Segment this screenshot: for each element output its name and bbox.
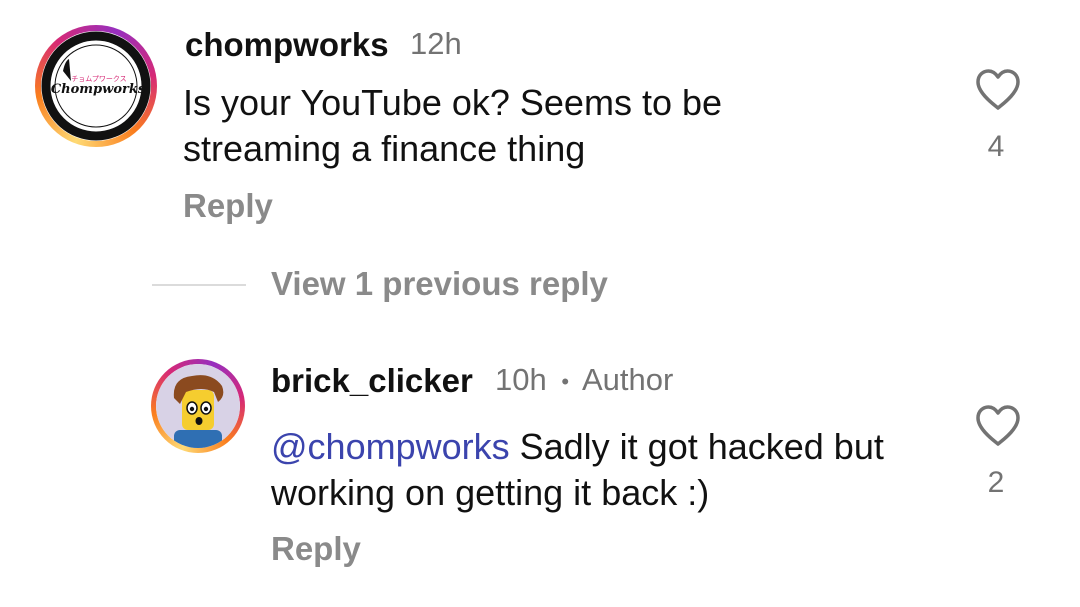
like-count: 4	[987, 130, 1005, 163]
mention-link[interactable]: @chompworks	[271, 426, 510, 467]
avatar[interactable]	[156, 364, 240, 448]
heart-icon	[976, 405, 1020, 446]
comment-timestamp: 12h	[410, 26, 462, 61]
comment-username[interactable]: chompworks	[185, 26, 389, 64]
lego-minifig-avatar-icon	[156, 364, 240, 448]
like-button[interactable]	[972, 68, 1024, 117]
comment-timestamp: 10h	[495, 362, 547, 397]
like-button[interactable]	[972, 404, 1024, 453]
avatar[interactable]: チョムプワークス Chompworks	[41, 31, 151, 141]
view-replies-label[interactable]: View 1 previous reply	[271, 265, 608, 303]
comment-meta: 10h • Author	[495, 362, 673, 398]
comment-username[interactable]: brick_clicker	[271, 362, 473, 400]
svg-text:Chompworks: Chompworks	[51, 82, 146, 97]
author-badge: Author	[581, 362, 674, 397]
reply-button[interactable]: Reply	[271, 530, 361, 568]
chompworks-logo-icon: チョムプワークス Chompworks	[41, 31, 151, 141]
meta-separator: •	[561, 368, 570, 394]
thread-divider	[152, 284, 246, 286]
comment-text-body: Is your YouTube ok? Seems to be streamin…	[183, 82, 723, 169]
reply-button[interactable]: Reply	[183, 187, 273, 225]
comment-text: @chompworks Sadly it got hacked but work…	[271, 424, 921, 516]
like-count: 2	[987, 466, 1005, 499]
comment-text: Is your YouTube ok? Seems to be streamin…	[183, 80, 823, 172]
heart-icon	[976, 69, 1020, 110]
comments-thread: チョムプワークス Chompworks chompworks 12h Is yo…	[0, 0, 1080, 607]
